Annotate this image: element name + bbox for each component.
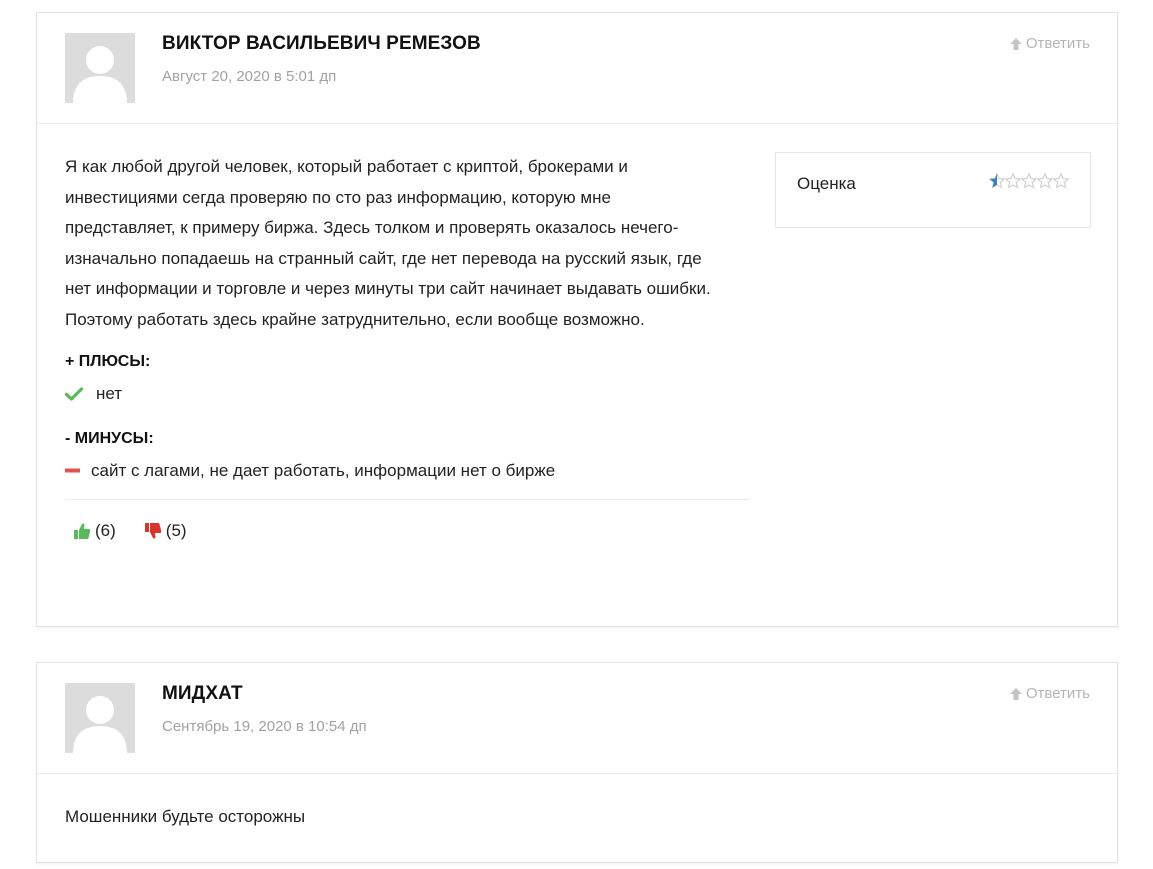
user-silhouette-icon (65, 683, 135, 753)
cons-title: - МИНУСЫ: (65, 430, 154, 447)
reply-button[interactable]: Ответить (1009, 685, 1090, 702)
star-icon (1037, 173, 1053, 189)
arrow-up-icon (1009, 687, 1023, 701)
star-icon (1053, 173, 1069, 189)
dislike-count: (5) (165, 521, 187, 540)
cons-item-text: сайт с лагами, не дает работать, информа… (91, 461, 556, 480)
review-body: Я как любой другой человек, который рабо… (37, 124, 1117, 541)
vote-bar: (6) (5) (65, 521, 1089, 541)
minus-icon (65, 468, 81, 474)
thumbs-down-icon (144, 522, 162, 540)
review-card: МИДХАТ Сентябрь 19, 2020 в 10:54 дп Отве… (36, 662, 1118, 863)
author-name: МИДХАТ (162, 683, 243, 704)
star-icon (989, 173, 1005, 189)
like-count: (6) (95, 521, 116, 540)
reply-label: Ответить (1025, 685, 1090, 702)
review-text: Мошенники будьте осторожны (65, 807, 306, 826)
star-icon (1005, 173, 1021, 189)
cons-item: сайт с лагами, не дает работать, информа… (65, 461, 1089, 481)
avatar (65, 683, 135, 753)
divider (65, 499, 749, 500)
review-card: ВИКТОР ВАСИЛЬЕВИЧ РЕМЕЗОВ Август 20, 202… (36, 12, 1118, 627)
review-text: Я как любой другой человек, который рабо… (65, 157, 711, 329)
thumbs-up-icon (73, 522, 91, 540)
review-header: ВИКТОР ВАСИЛЬЕВИЧ РЕМЕЗОВ Август 20, 202… (37, 13, 1117, 124)
pros-item: нет (65, 384, 1089, 404)
arrow-up-icon (1009, 37, 1023, 51)
review-date: Сентябрь 19, 2020 в 10:54 дп (162, 718, 367, 735)
pros-title: + ПЛЮСЫ: (65, 353, 151, 370)
star-rating (989, 173, 1069, 189)
pros-item-text: нет (96, 384, 123, 403)
review-body: Мошенники будьте осторожны (37, 774, 1117, 833)
reply-label: Ответить (1025, 35, 1090, 52)
user-silhouette-icon (65, 33, 135, 103)
star-icon (1021, 173, 1037, 189)
rating-label: Оценка (797, 174, 856, 193)
reply-button[interactable]: Ответить (1009, 35, 1090, 52)
avatar (65, 33, 135, 103)
check-icon (65, 387, 83, 401)
like-button[interactable]: (6) (73, 521, 116, 541)
rating-box: Оценка (775, 152, 1091, 228)
dislike-button[interactable]: (5) (144, 521, 187, 541)
review-date: Август 20, 2020 в 5:01 дп (162, 68, 337, 85)
review-header: МИДХАТ Сентябрь 19, 2020 в 10:54 дп Отве… (37, 663, 1117, 774)
author-name: ВИКТОР ВАСИЛЬЕВИЧ РЕМЕЗОВ (162, 33, 481, 54)
